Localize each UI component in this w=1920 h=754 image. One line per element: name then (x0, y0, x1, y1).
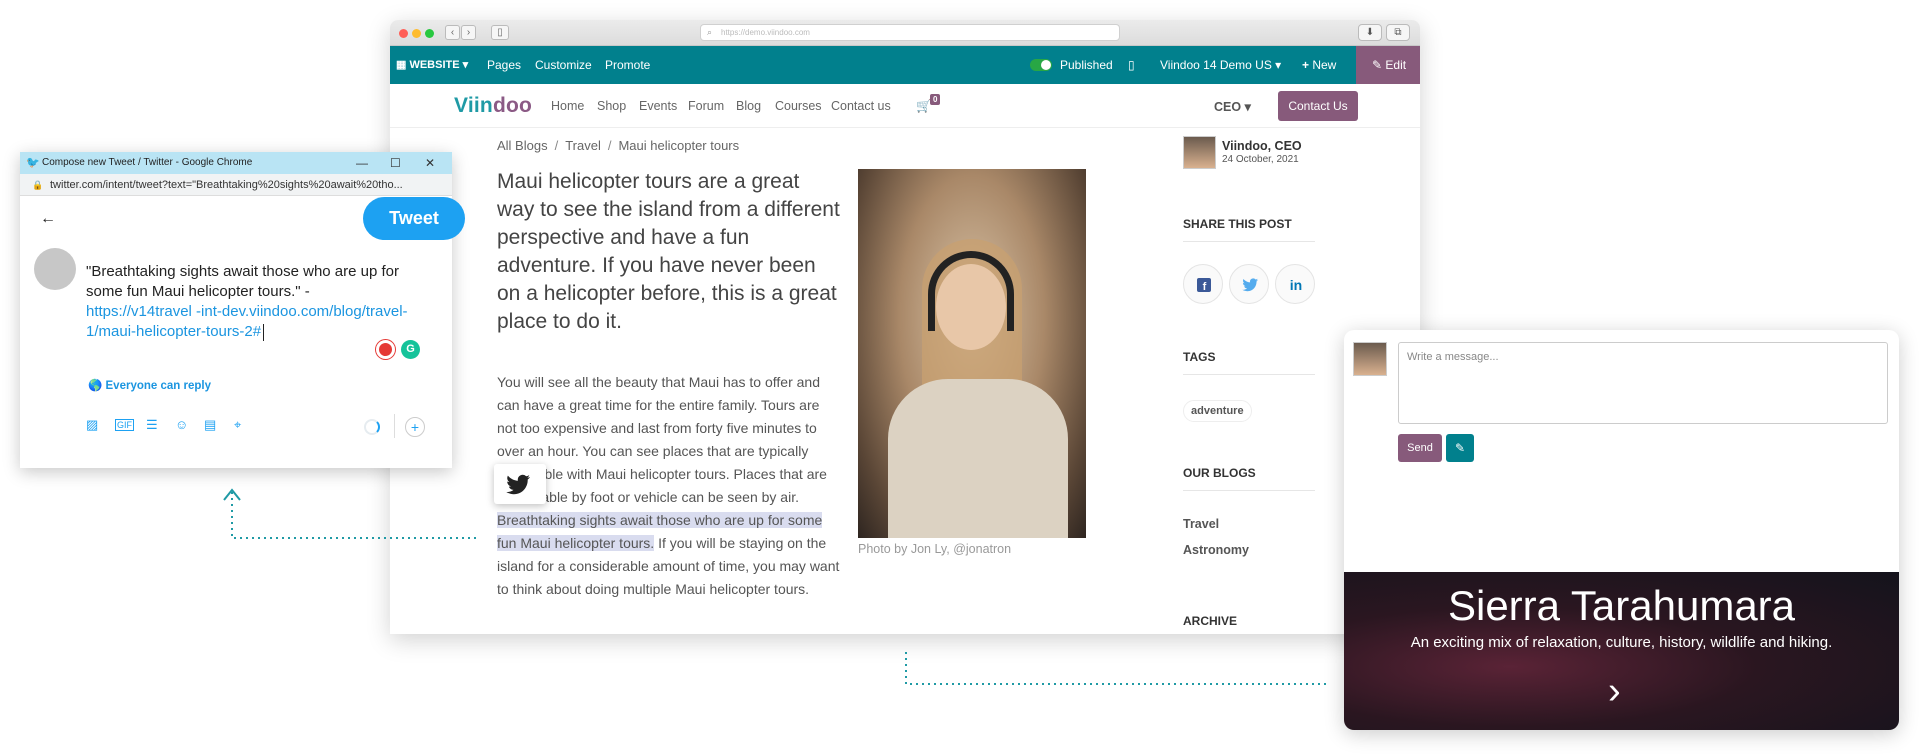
connector-lines (223, 488, 1326, 685)
connector-left (231, 492, 476, 539)
connector-right (905, 652, 1326, 685)
